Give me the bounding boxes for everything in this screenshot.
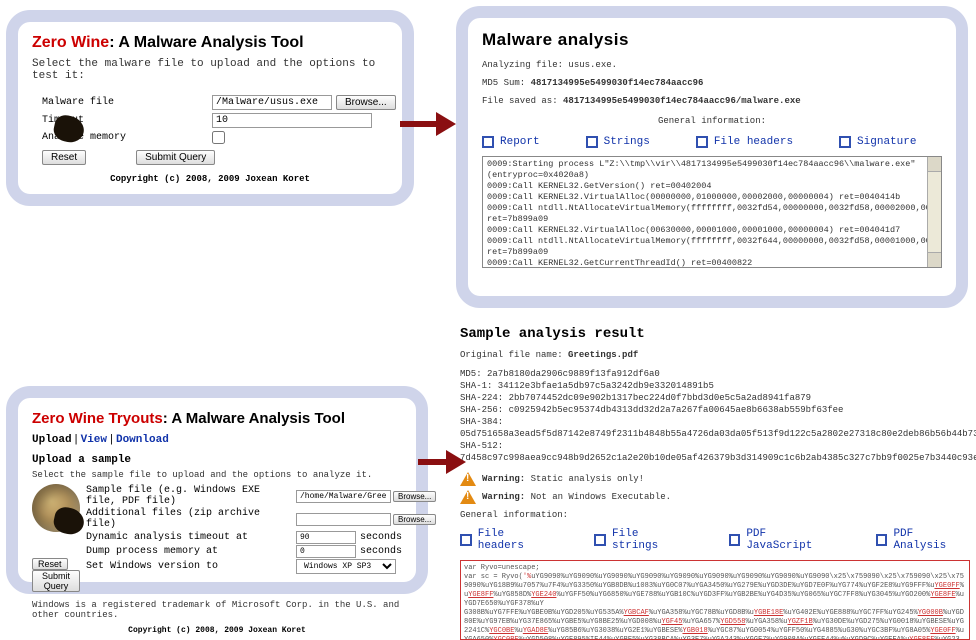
arrow-icon (400, 112, 456, 136)
trace-log[interactable]: 0009:Starting process L"Z:\\tmp\\vir\\48… (482, 156, 942, 268)
title-rest: : A Malware Analysis Tool (109, 34, 303, 51)
tab-file-headers-2[interactable]: File headers (460, 528, 554, 552)
tab-file-strings[interactable]: File strings (594, 528, 688, 552)
tabs: Report Strings File headers Signature (482, 136, 942, 148)
dump-memory-label: Dump process memory at (86, 546, 296, 557)
tab-signature[interactable]: Signature (839, 136, 916, 148)
reset-button[interactable]: Reset (32, 558, 68, 570)
saved-value: 4817134995e5499030f14ec784aacc96/malware… (563, 96, 801, 106)
square-icon (696, 136, 708, 148)
malware-file-input[interactable] (212, 95, 332, 110)
analyze-memory-checkbox[interactable] (212, 131, 225, 144)
tryouts-instruction: Select the sample file to upload and the… (32, 470, 402, 480)
sha384-hash: SHA-384: 05d751658a3ead5f5d87142e8749f23… (460, 416, 970, 440)
browse-button[interactable]: Browse... (393, 491, 436, 502)
general-info-2: General information: (460, 510, 970, 520)
upload-panel: Zero Wine: A Malware Analysis Tool Selec… (6, 10, 414, 206)
reset-button[interactable]: Reset (42, 150, 86, 165)
nav-view[interactable]: View (81, 434, 107, 446)
orig-filename: Greetings.pdf (568, 350, 638, 360)
square-icon (586, 136, 598, 148)
analyzing-file: Analyzing file: usus.exe. (482, 60, 942, 70)
browse-button-2[interactable]: Browse... (393, 514, 436, 525)
tab-report[interactable]: Report (482, 136, 540, 148)
scrollbar[interactable] (927, 157, 941, 267)
sha512-hash: SHA-512: 7d458c97c998aea9cc948b9d2652c1a… (460, 440, 970, 464)
dynamic-timeout-input[interactable] (296, 531, 356, 544)
general-info-label: General information: (482, 116, 942, 126)
tab-pdf-js[interactable]: PDF JavaScript (729, 528, 836, 552)
sample-file-label: Sample file (e.g. Windows EXE file, PDF … (86, 485, 296, 507)
sha224-hash: SHA-224: 2bb7074452dc09e902b1317bec224d0… (460, 392, 970, 404)
sha256-hash: SHA-256: c0925942b5ec95374db4313dd32d2a7… (460, 404, 970, 416)
sample-tabs: File headers File strings PDF JavaScript… (460, 528, 970, 552)
title-rest: : A Malware Analysis Tool (163, 410, 345, 427)
square-icon (839, 136, 851, 148)
tab-pdf-analysis[interactable]: PDF Analysis (876, 528, 970, 552)
dynamic-timeout-label: Dynamic analysis timeout at (86, 532, 296, 543)
submit-button[interactable]: Submit Query (32, 570, 80, 592)
sample-file-input[interactable] (296, 490, 391, 503)
page-title: Zero Wine: A Malware Analysis Tool (32, 34, 388, 52)
tab-strings[interactable]: Strings (586, 136, 650, 148)
submit-button[interactable]: Submit Query (136, 150, 215, 165)
warning-icon (460, 490, 476, 504)
sample-result: Sample analysis result Original file nam… (460, 326, 970, 640)
nav-download[interactable]: Download (116, 434, 169, 446)
dump-memory-input[interactable] (296, 545, 356, 558)
upload-sample-heading: Upload a sample (32, 454, 402, 466)
instruction: Select the malware file to upload and th… (32, 58, 388, 82)
orig-label: Original file name: (460, 350, 568, 360)
square-icon (482, 136, 494, 148)
warning-1: Warning: Static analysis only! (460, 472, 970, 486)
square-icon (876, 534, 888, 546)
winver-select[interactable]: Windows XP SP3 (296, 559, 396, 574)
analysis-panel: Malware analysis Analyzing file: usus.ex… (456, 6, 968, 308)
title-red: Zero Wine (32, 34, 109, 51)
md5-hash: MD5: 2a7b8180da2906c9889f13fa912df6a0 (460, 368, 970, 380)
sha1-hash: SHA-1: 34112e3bfae1a5db97c5a3242db9e3320… (460, 380, 970, 392)
analysis-title: Malware analysis (482, 30, 942, 50)
page-title: Zero Wine Tryouts: A Malware Analysis To… (32, 410, 402, 427)
browse-button[interactable]: Browse... (336, 95, 396, 110)
warning-2: Warning: Not an Windows Executable. (460, 490, 970, 504)
trademark: Windows is a registered trademark of Mic… (32, 600, 402, 620)
title-red: Zero Wine Tryouts (32, 410, 163, 427)
tryouts-panel: Zero Wine Tryouts: A Malware Analysis To… (6, 386, 428, 594)
square-icon (460, 534, 472, 546)
square-icon (594, 534, 606, 546)
saved-label: File saved as: (482, 96, 563, 106)
copyright-2: Copyright (c) 2008, 2009 Joxean Koret (32, 626, 402, 635)
sample-title: Sample analysis result (460, 326, 970, 342)
additional-files-label: Additional files (zip archive file) (86, 508, 296, 530)
md5-label: MD5 Sum: (482, 78, 531, 88)
js-output: var Ryvo=unescape; var sc = Ryvo('%uYG90… (460, 560, 970, 640)
nav-upload[interactable]: Upload (32, 434, 72, 446)
square-icon (729, 534, 741, 546)
copyright: Copyright (c) 2008, 2009 Joxean Koret (32, 174, 388, 184)
petri-dish-image (32, 484, 80, 532)
tab-file-headers[interactable]: File headers (696, 136, 793, 148)
warning-icon (460, 472, 476, 486)
seconds-label: seconds (360, 532, 402, 543)
malware-file-label: Malware file (42, 97, 212, 108)
winver-label: Set Windows version to (86, 561, 296, 572)
additional-files-input[interactable] (296, 513, 391, 526)
md5-value: 4817134995e5499030f14ec784aacc96 (531, 78, 704, 88)
timeout-input[interactable] (212, 113, 372, 128)
seconds-label-2: seconds (360, 546, 402, 557)
arrow-icon-2 (418, 450, 466, 474)
